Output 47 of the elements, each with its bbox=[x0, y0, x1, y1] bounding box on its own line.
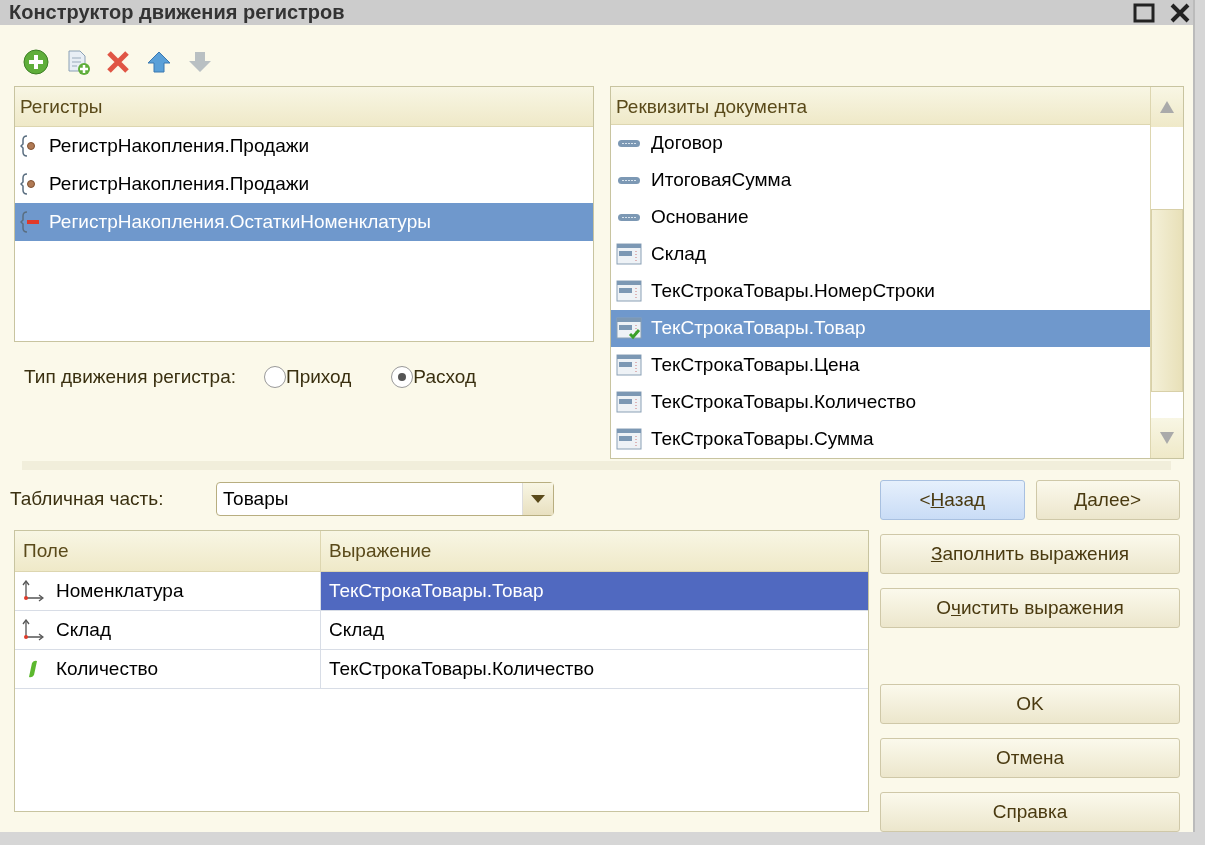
column-header: Реквизиты документа bbox=[611, 86, 1150, 125]
radio-option[interactable]: Приход bbox=[264, 365, 352, 388]
dialog-button[interactable]: Заполнить выражения bbox=[880, 534, 1180, 574]
column-header: Поле bbox=[15, 531, 321, 571]
scroll-up-button[interactable] bbox=[1151, 86, 1183, 127]
scrollbar[interactable] bbox=[1150, 86, 1183, 458]
attribute-item[interactable]: Договор bbox=[611, 124, 1150, 162]
axes-icon bbox=[22, 619, 44, 641]
radio-option[interactable]: Расход bbox=[391, 365, 476, 388]
arrow-up-icon[interactable] bbox=[146, 49, 172, 76]
table-cell[interactable]: Склад bbox=[321, 611, 868, 649]
attribute-item[interactable]: ТекСтрокаТовары.НомерСтроки bbox=[611, 272, 1150, 310]
field-label: Тип движения регистра: bbox=[24, 365, 236, 388]
attribute-item[interactable]: ИтоговаяСумма bbox=[611, 161, 1150, 199]
field-label: Табличная часть: bbox=[10, 488, 165, 510]
attribute-item[interactable]: ТекСтрокаТовары.Сумма bbox=[611, 420, 1150, 458]
maximize-icon[interactable] bbox=[1133, 1, 1155, 24]
attribute-item[interactable]: ТекСтрокаТовары.Цена bbox=[611, 346, 1150, 384]
dialog-button[interactable]: Очистить выражения bbox=[880, 588, 1180, 628]
register-icon bbox=[20, 209, 40, 234]
attribute-item[interactable]: Склад bbox=[611, 235, 1150, 273]
column-header: Выражение bbox=[328, 539, 432, 563]
dialog-button[interactable]: Отмена bbox=[880, 738, 1180, 778]
add-icon[interactable] bbox=[23, 49, 49, 76]
table-cell: Количество bbox=[15, 650, 321, 688]
register-item[interactable]: РегистрНакопления.Продажи bbox=[15, 164, 593, 203]
triangle-up-icon bbox=[1159, 99, 1175, 114]
window-title: Конструктор движения регистров bbox=[9, 1, 345, 25]
scroll-down-button[interactable] bbox=[1151, 417, 1183, 458]
dropdown-arrow-icon bbox=[531, 495, 545, 503]
column-header: Регистры bbox=[15, 86, 593, 127]
dialog-button[interactable]: Справка bbox=[880, 792, 1180, 832]
table-cell: Склад bbox=[15, 611, 321, 649]
dialog-button[interactable]: <Назад bbox=[880, 480, 1025, 520]
scroll-thumb[interactable] bbox=[1151, 208, 1183, 392]
triangle-down-icon bbox=[1159, 430, 1175, 445]
table-cell[interactable]: ТекСтрокаТовары.Товар bbox=[321, 572, 868, 610]
table-cell[interactable]: ТекСтрокаТовары.Количество bbox=[321, 650, 868, 688]
axes-icon bbox=[22, 580, 44, 602]
attribute-item[interactable]: Основание bbox=[611, 198, 1150, 236]
attribute-item[interactable]: ТекСтрокаТовары.Количество bbox=[611, 383, 1150, 421]
register-item[interactable]: РегистрНакопления.Продажи bbox=[15, 126, 593, 165]
dialog-button[interactable]: OK bbox=[880, 684, 1180, 724]
dialog-button[interactable]: Далее> bbox=[1035, 480, 1180, 520]
tabular-section-dropdown[interactable]: Товары bbox=[216, 482, 554, 516]
close-icon[interactable] bbox=[1169, 1, 1191, 24]
leaf-icon bbox=[29, 660, 37, 678]
